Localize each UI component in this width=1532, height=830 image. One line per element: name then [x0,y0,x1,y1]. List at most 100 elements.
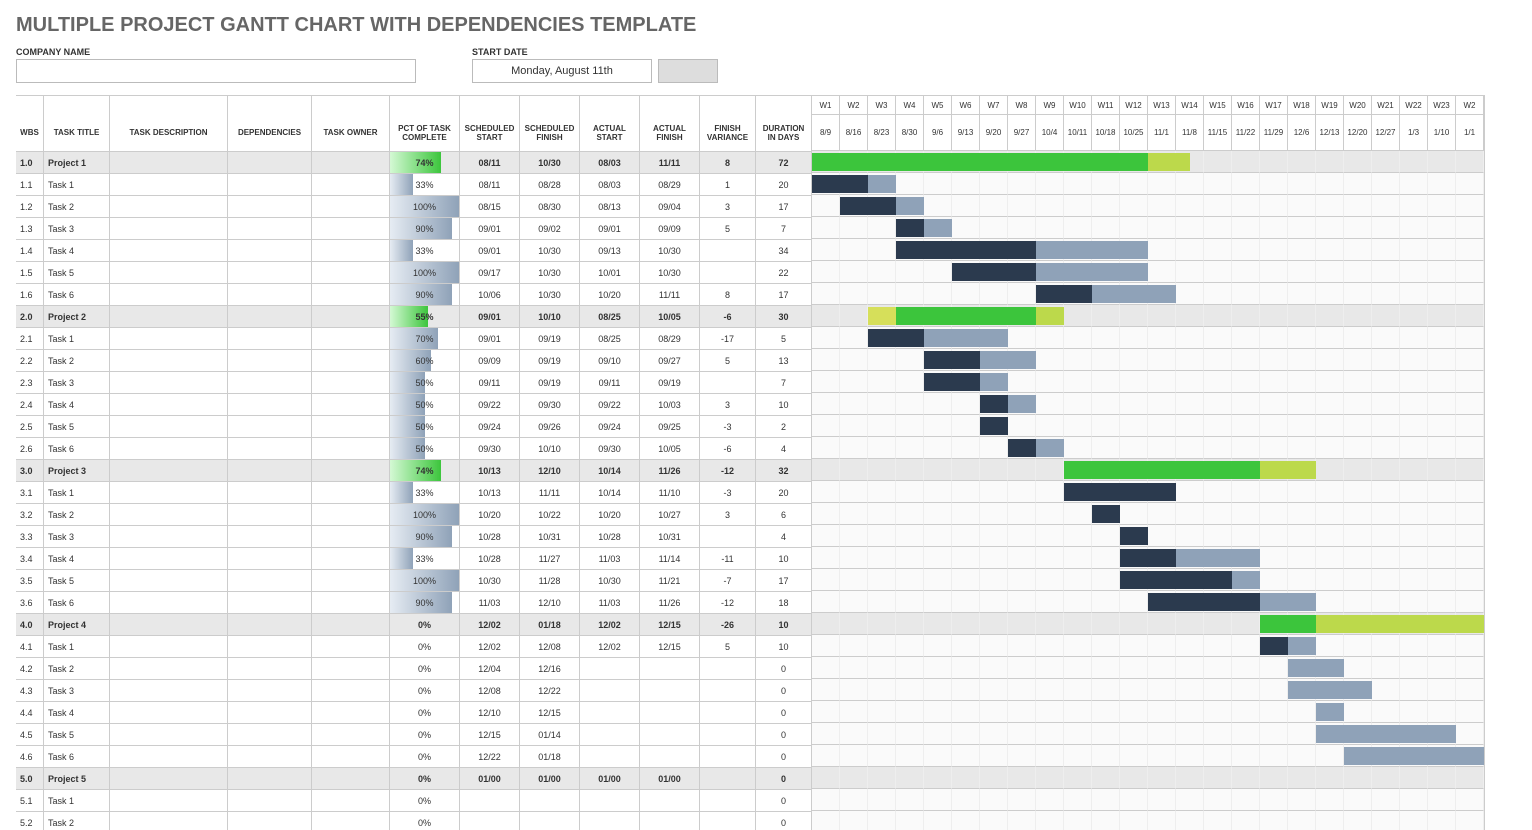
data-cell[interactable]: 09/30 [580,438,640,460]
data-cell[interactable] [640,724,700,746]
wbs-cell[interactable]: 5.1 [16,790,44,812]
owner-cell[interactable] [312,174,390,196]
data-cell[interactable] [580,812,640,830]
data-cell[interactable]: 10/05 [640,438,700,460]
wbs-cell[interactable]: 3.2 [16,504,44,526]
wbs-cell[interactable]: 2.5 [16,416,44,438]
owner-cell[interactable] [312,570,390,592]
data-cell[interactable] [700,724,756,746]
dep-cell[interactable] [228,790,312,812]
data-cell[interactable]: 01/00 [460,768,520,790]
pct-cell[interactable]: 0% [390,724,460,746]
data-cell[interactable]: 0 [756,658,812,680]
data-cell[interactable]: 72 [756,152,812,174]
wbs-cell[interactable]: 2.0 [16,306,44,328]
desc-cell[interactable] [110,812,228,830]
dep-cell[interactable] [228,504,312,526]
data-cell[interactable]: 10/05 [640,306,700,328]
dep-cell[interactable] [228,152,312,174]
data-cell[interactable]: 09/01 [460,306,520,328]
data-cell[interactable]: 10/27 [640,504,700,526]
wbs-cell[interactable]: 4.0 [16,614,44,636]
owner-cell[interactable] [312,526,390,548]
data-cell[interactable]: 0 [756,790,812,812]
pct-cell[interactable]: 0% [390,768,460,790]
data-cell[interactable]: 09/22 [580,394,640,416]
data-cell[interactable]: 10/28 [460,548,520,570]
data-cell[interactable]: 10/03 [640,394,700,416]
desc-cell[interactable] [110,702,228,724]
data-cell[interactable] [700,240,756,262]
data-cell[interactable]: 12/04 [460,658,520,680]
data-cell[interactable] [580,680,640,702]
data-cell[interactable]: 11/28 [520,570,580,592]
pct-cell[interactable]: 0% [390,790,460,812]
pct-cell[interactable]: 0% [390,614,460,636]
date-extra-box[interactable] [658,59,718,83]
owner-cell[interactable] [312,262,390,284]
data-cell[interactable]: 08/25 [580,306,640,328]
data-cell[interactable]: -3 [700,482,756,504]
data-cell[interactable]: 08/29 [640,174,700,196]
dep-cell[interactable] [228,812,312,830]
data-cell[interactable]: 08/29 [640,328,700,350]
pct-cell[interactable]: 90% [390,284,460,306]
desc-cell[interactable] [110,196,228,218]
data-cell[interactable]: 10/30 [520,284,580,306]
desc-cell[interactable] [110,592,228,614]
data-cell[interactable]: 12/02 [460,614,520,636]
data-cell[interactable]: 09/22 [460,394,520,416]
data-cell[interactable]: 11/26 [640,592,700,614]
desc-cell[interactable] [110,394,228,416]
data-cell[interactable] [520,790,580,812]
data-cell[interactable]: 10/22 [520,504,580,526]
data-cell[interactable]: 08/30 [520,196,580,218]
wbs-cell[interactable]: 4.6 [16,746,44,768]
data-cell[interactable]: 8 [700,152,756,174]
data-cell[interactable]: 20 [756,174,812,196]
owner-cell[interactable] [312,702,390,724]
wbs-cell[interactable]: 5.2 [16,812,44,830]
desc-cell[interactable] [110,416,228,438]
title-cell[interactable]: Task 6 [44,592,110,614]
data-cell[interactable]: 12/02 [580,636,640,658]
data-cell[interactable]: 12/10 [520,460,580,482]
desc-cell[interactable] [110,658,228,680]
title-cell[interactable]: Project 2 [44,306,110,328]
desc-cell[interactable] [110,570,228,592]
owner-cell[interactable] [312,790,390,812]
data-cell[interactable]: 10 [756,614,812,636]
data-cell[interactable]: 09/19 [640,372,700,394]
data-cell[interactable]: 10/28 [460,526,520,548]
title-cell[interactable]: Task 5 [44,724,110,746]
wbs-cell[interactable]: 5.0 [16,768,44,790]
data-cell[interactable]: 01/00 [640,768,700,790]
dep-cell[interactable] [228,570,312,592]
data-cell[interactable] [700,768,756,790]
title-cell[interactable]: Task 6 [44,438,110,460]
title-cell[interactable]: Task 1 [44,636,110,658]
data-cell[interactable] [640,680,700,702]
data-cell[interactable]: 3 [700,504,756,526]
dep-cell[interactable] [228,174,312,196]
pct-cell[interactable]: 33% [390,482,460,504]
wbs-cell[interactable]: 4.4 [16,702,44,724]
title-cell[interactable]: Project 3 [44,460,110,482]
data-cell[interactable] [640,658,700,680]
data-cell[interactable] [460,812,520,830]
data-cell[interactable]: 08/15 [460,196,520,218]
title-cell[interactable]: Task 3 [44,372,110,394]
owner-cell[interactable] [312,306,390,328]
owner-cell[interactable] [312,460,390,482]
desc-cell[interactable] [110,218,228,240]
data-cell[interactable]: 01/00 [520,768,580,790]
data-cell[interactable]: -12 [700,592,756,614]
data-cell[interactable] [640,702,700,724]
pct-cell[interactable]: 50% [390,438,460,460]
data-cell[interactable]: 10 [756,548,812,570]
data-cell[interactable] [460,790,520,812]
wbs-cell[interactable]: 3.0 [16,460,44,482]
data-cell[interactable]: 10/14 [580,460,640,482]
title-cell[interactable]: Task 1 [44,328,110,350]
owner-cell[interactable] [312,218,390,240]
